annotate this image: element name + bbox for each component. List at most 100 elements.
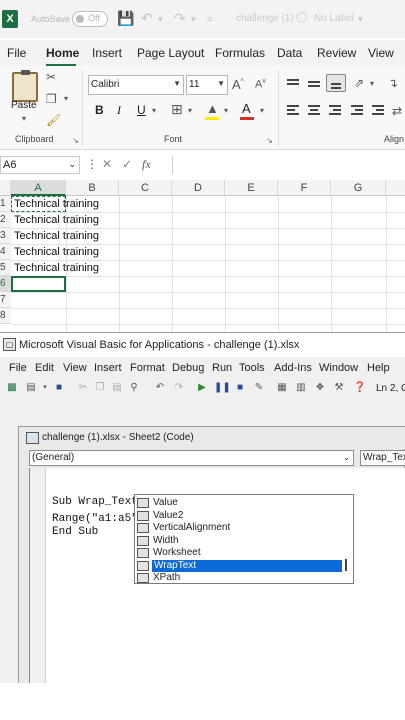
- clipboard-launcher-icon[interactable]: ↘: [72, 136, 79, 145]
- tab-page-layout[interactable]: Page Layout: [137, 46, 204, 60]
- borders-icon[interactable]: ⊞: [171, 101, 183, 118]
- column-header[interactable]: F: [278, 180, 331, 196]
- undo-icon[interactable]: ↶: [153, 381, 167, 395]
- project-explorer-icon[interactable]: ▦: [275, 381, 289, 395]
- select-all-corner[interactable]: [0, 180, 11, 196]
- fill-color-icon[interactable]: ▲: [206, 101, 219, 116]
- enter-icon[interactable]: ✓: [122, 157, 132, 171]
- insert-dropdown-icon[interactable]: ▾: [38, 381, 52, 395]
- autosave-toggle[interactable]: Off: [72, 11, 108, 27]
- orientation-dropdown-icon[interactable]: ▾: [370, 79, 374, 88]
- borders-dropdown-icon[interactable]: ▾: [188, 106, 192, 115]
- row-header[interactable]: 1: [0, 196, 11, 212]
- cell-a5[interactable]: Technical training: [14, 260, 99, 276]
- formula-input[interactable]: [172, 156, 405, 174]
- row-header[interactable]: 8: [0, 308, 11, 324]
- find-icon[interactable]: ⚲: [127, 381, 141, 395]
- reset-icon[interactable]: ■: [233, 381, 247, 395]
- name-box[interactable]: A6 ⌄: [0, 156, 80, 174]
- tab-review[interactable]: Review: [317, 46, 356, 60]
- cell-a4[interactable]: Technical training: [14, 244, 99, 260]
- row-header[interactable]: 2: [0, 212, 11, 228]
- row-header[interactable]: 4: [0, 244, 11, 260]
- cancel-icon[interactable]: ✕: [102, 157, 112, 171]
- font-name-combo[interactable]: Calibri ▼: [88, 75, 184, 95]
- active-cell-a6[interactable]: [11, 276, 66, 292]
- column-header[interactable]: E: [225, 180, 278, 196]
- column-header[interactable]: A: [11, 180, 66, 196]
- object-combo[interactable]: (General) ⌄: [29, 450, 354, 466]
- autocomplete-item-selected[interactable]: WrapText: [137, 559, 342, 573]
- italic-button[interactable]: I: [117, 103, 121, 118]
- autocomplete-item[interactable]: Worksheet: [137, 547, 341, 560]
- fill-color-dropdown-icon[interactable]: ▾: [224, 106, 228, 115]
- font-color-icon[interactable]: A: [242, 101, 251, 116]
- more-options-icon[interactable]: ⋮: [86, 157, 98, 171]
- autocomplete-item[interactable]: Width: [137, 535, 341, 548]
- column-header[interactable]: G: [331, 180, 386, 196]
- row-header[interactable]: 5: [0, 260, 11, 276]
- menu-debug[interactable]: Debug: [172, 362, 204, 374]
- tab-formulas[interactable]: Formulas: [215, 46, 265, 60]
- row-header[interactable]: 6: [0, 276, 11, 292]
- menu-view[interactable]: View: [63, 362, 87, 374]
- autocomplete-item[interactable]: VerticalAlignment: [137, 522, 341, 535]
- decrease-font-icon[interactable]: Av: [255, 78, 266, 91]
- underline-button[interactable]: U: [137, 103, 146, 117]
- autocomplete-item[interactable]: Value: [137, 497, 341, 510]
- copy-icon[interactable]: ❐: [46, 92, 57, 106]
- autocomplete-item[interactable]: Value2: [137, 510, 341, 523]
- insert-module-icon[interactable]: ▤: [24, 381, 38, 395]
- cell-a3[interactable]: Technical training: [14, 228, 99, 244]
- redo-icon[interactable]: ↷: [172, 381, 186, 395]
- underline-dropdown-icon[interactable]: ▾: [152, 106, 156, 115]
- merge-center-icon[interactable]: ⇄: [392, 104, 402, 118]
- autocomplete-item[interactable]: XPath: [137, 572, 341, 585]
- insert-function-button[interactable]: fx: [142, 157, 151, 172]
- font-launcher-icon[interactable]: ↘: [266, 136, 273, 145]
- font-color-dropdown-icon[interactable]: ▾: [260, 106, 264, 115]
- row-header[interactable]: 3: [0, 228, 11, 244]
- paste-dropdown-icon[interactable]: ▾: [22, 114, 26, 123]
- menu-format[interactable]: Format: [130, 362, 165, 374]
- bold-button[interactable]: B: [95, 103, 104, 117]
- menu-file[interactable]: File: [9, 362, 27, 374]
- save-icon[interactable]: 💾: [117, 10, 134, 27]
- toolbox-icon[interactable]: ⚒: [332, 381, 346, 395]
- menu-help[interactable]: Help: [367, 362, 390, 374]
- undo-icon[interactable]: ↶: [141, 10, 153, 27]
- autocomplete-list[interactable]: Value Value2 VerticalAlignment Width Wor…: [134, 494, 354, 584]
- redo-icon[interactable]: ↷: [174, 10, 186, 27]
- copy-icon[interactable]: ❐: [93, 381, 107, 395]
- design-mode-icon[interactable]: ✎: [252, 381, 266, 395]
- tab-home[interactable]: Home: [46, 46, 79, 60]
- wrap-text-icon[interactable]: ↴: [388, 76, 398, 90]
- customize-qat-icon[interactable]: ≡: [207, 14, 212, 24]
- menu-tools[interactable]: Tools: [239, 362, 265, 374]
- cut-icon[interactable]: ✂: [76, 381, 90, 395]
- object-browser-icon[interactable]: ❖: [313, 381, 327, 395]
- autocomplete-scrollbar[interactable]: [345, 559, 347, 571]
- tab-view[interactable]: View: [368, 46, 394, 60]
- procedure-combo[interactable]: Wrap_Text: [360, 450, 405, 466]
- orientation-icon[interactable]: ⇗: [354, 76, 364, 90]
- label-dropdown-icon[interactable]: ▾: [358, 14, 363, 25]
- row-header[interactable]: 7: [0, 292, 11, 308]
- properties-icon[interactable]: ▥: [294, 381, 308, 395]
- paste-icon[interactable]: [12, 70, 38, 102]
- tab-insert[interactable]: Insert: [92, 46, 122, 60]
- column-header[interactable]: D: [172, 180, 225, 196]
- menu-run[interactable]: Run: [212, 362, 232, 374]
- menu-add-ins[interactable]: Add-Ins: [274, 362, 312, 374]
- code-line-3[interactable]: End Sub: [52, 526, 98, 538]
- view-excel-icon[interactable]: ▩: [5, 381, 19, 395]
- undo-dropdown-icon[interactable]: ▾: [158, 14, 163, 25]
- paste-label[interactable]: Paste: [11, 100, 37, 111]
- help-icon[interactable]: ❓: [353, 381, 367, 395]
- break-icon[interactable]: ❚❚: [214, 381, 231, 395]
- redo-dropdown-icon[interactable]: ▾: [191, 14, 196, 25]
- paste-icon[interactable]: ▤: [110, 381, 124, 395]
- menu-insert[interactable]: Insert: [94, 362, 122, 374]
- column-header[interactable]: B: [66, 180, 119, 196]
- column-header[interactable]: C: [119, 180, 172, 196]
